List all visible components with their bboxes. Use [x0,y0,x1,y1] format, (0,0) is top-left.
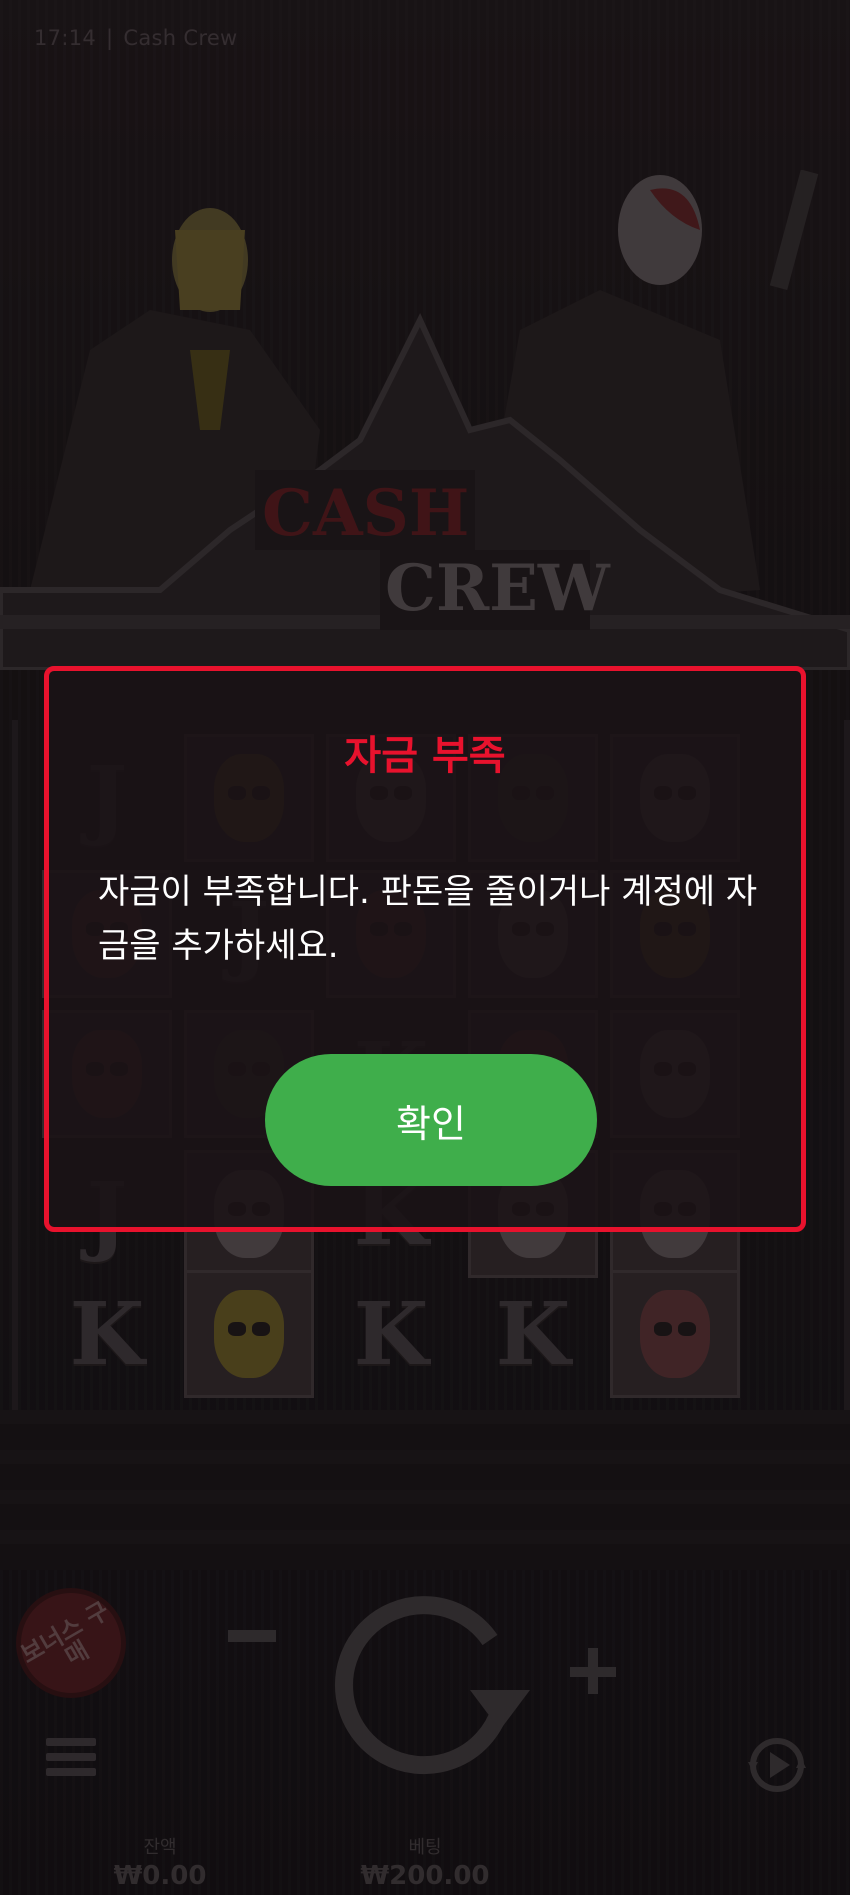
dialog-title: 자금 부족 [344,733,506,779]
insufficient-funds-dialog: 자금 부족 자금이 부족합니다. 판돈을 줄이거나 계정에 자금을 추가하세요.… [44,666,806,1232]
confirm-button[interactable]: 확인 [265,1054,597,1186]
dialog-message: 자금이 부족합니다. 판돈을 줄이거나 계정에 자금을 추가하세요. [98,872,758,966]
game-screen: 17:14|Cash Crew CASH CREW JJKJKKKK 보너스 구… [0,0,850,1895]
